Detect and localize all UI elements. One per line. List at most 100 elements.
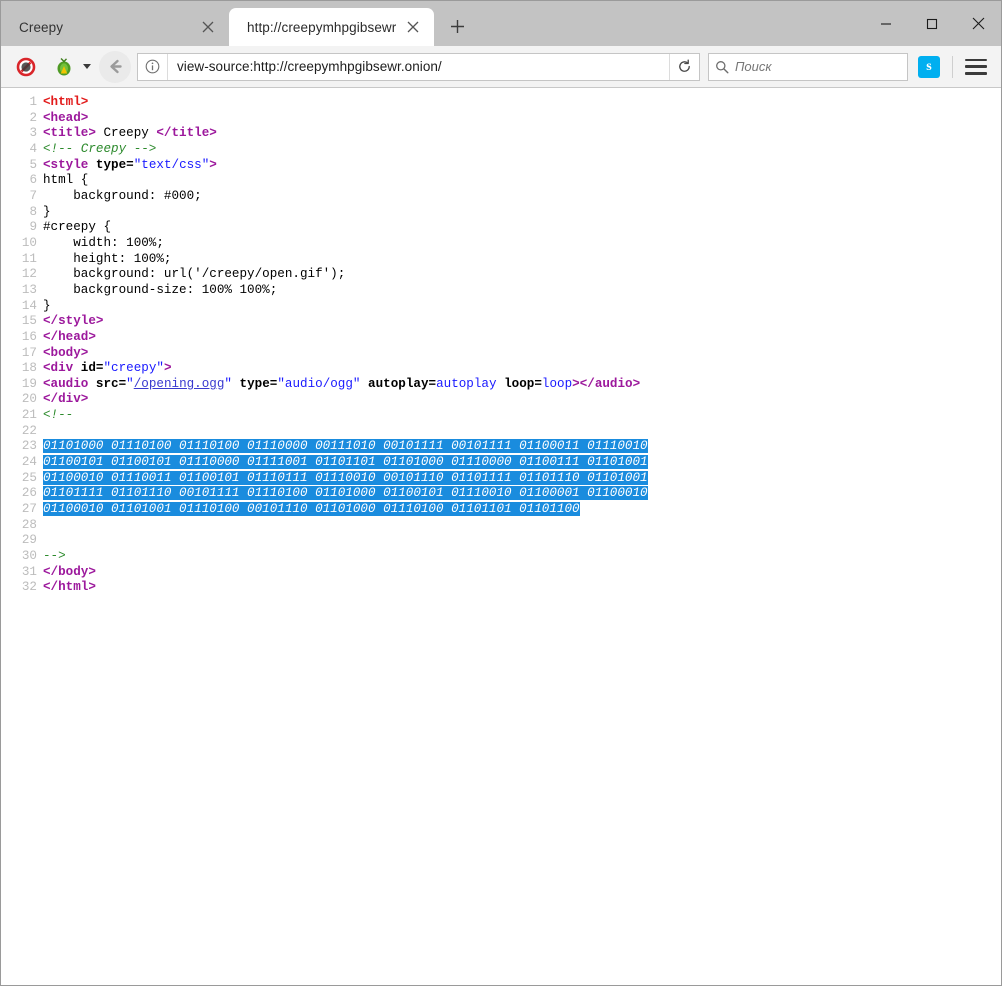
line-code: <html> <box>43 95 88 111</box>
menu-bar <box>965 59 987 62</box>
info-circle-icon[interactable] <box>138 54 168 80</box>
line-code: </style> <box>43 314 103 330</box>
line-code: background: #000; <box>43 189 202 205</box>
line-number: 28 <box>1 518 43 534</box>
tab-view-source[interactable]: http://creepymhpgibsewr.oni... <box>229 8 434 46</box>
line-code: width: 100%; <box>43 236 164 252</box>
line-number: 14 <box>1 299 43 315</box>
view-source-content[interactable]: 1<html>2<head>3<title> Creepy </title>4<… <box>1 88 1001 985</box>
tor-onion-icon <box>49 52 79 82</box>
line-number: 8 <box>1 205 43 221</box>
line-number: 27 <box>1 502 43 518</box>
source-line: 2301101000 01110100 01110100 01110000 00… <box>1 439 1001 455</box>
source-line: 6html { <box>1 173 1001 189</box>
skype-button[interactable]: s <box>918 56 940 78</box>
line-number: 29 <box>1 533 43 549</box>
url-bar[interactable]: view-source:http://creepymhpgibsewr.onio… <box>137 53 700 81</box>
window-controls <box>863 1 1001 46</box>
close-icon[interactable] <box>197 16 219 38</box>
line-number: 17 <box>1 346 43 362</box>
line-number: 20 <box>1 392 43 408</box>
line-code: --> <box>43 549 66 565</box>
hamburger-menu-icon[interactable] <box>965 56 987 78</box>
line-number: 23 <box>1 439 43 455</box>
source-line-list: 1<html>2<head>3<title> Creepy </title>4<… <box>1 95 1001 596</box>
source-line: 10 width: 100%; <box>1 236 1001 252</box>
tab-strip: Creepy http://creepymhpgibsewr.oni... <box>1 1 1001 46</box>
browser-window: Creepy http://creepymhpgibsewr.oni... <box>0 0 1002 986</box>
source-line: 2601101111 01101110 00101111 01110100 01… <box>1 486 1001 502</box>
line-number: 18 <box>1 361 43 377</box>
line-code: background: url('/creepy/open.gif'); <box>43 267 345 283</box>
source-line: 9#creepy { <box>1 220 1001 236</box>
source-line: 14} <box>1 299 1001 315</box>
line-number: 21 <box>1 408 43 424</box>
line-number: 5 <box>1 158 43 174</box>
search-bar[interactable]: Поиск <box>708 53 908 81</box>
line-number: 11 <box>1 252 43 268</box>
line-code: <head> <box>43 111 88 127</box>
line-number: 24 <box>1 455 43 471</box>
line-number: 10 <box>1 236 43 252</box>
line-number: 9 <box>1 220 43 236</box>
line-number: 32 <box>1 580 43 596</box>
toolbar-divider <box>952 56 953 78</box>
source-line: 2501100010 01110011 01100101 01110111 01… <box>1 471 1001 487</box>
tab-title: http://creepymhpgibsewr.oni... <box>247 20 396 35</box>
noscript-icon[interactable] <box>11 52 41 82</box>
back-button[interactable] <box>99 51 131 83</box>
line-number: 30 <box>1 549 43 565</box>
search-icon <box>709 60 735 74</box>
line-code: 01101000 01110100 01110100 01110000 0011… <box>43 439 648 455</box>
line-code: height: 100%; <box>43 252 171 268</box>
source-line: 8} <box>1 205 1001 221</box>
line-code: <audio src="/opening.ogg" type="audio/og… <box>43 377 640 393</box>
close-icon[interactable] <box>402 16 424 38</box>
tor-button[interactable] <box>49 52 91 82</box>
line-code: <!-- <box>43 408 73 424</box>
line-number: 16 <box>1 330 43 346</box>
line-code: } <box>43 299 51 315</box>
line-number: 25 <box>1 471 43 487</box>
line-code <box>43 424 51 440</box>
menu-bar <box>965 72 987 75</box>
maximize-button[interactable] <box>909 9 955 39</box>
close-button[interactable] <box>955 9 1001 39</box>
source-line: 12 background: url('/creepy/open.gif'); <box>1 267 1001 283</box>
source-line: 4<!-- Creepy --> <box>1 142 1001 158</box>
source-line: 31</body> <box>1 565 1001 581</box>
minimize-button[interactable] <box>863 9 909 39</box>
source-line: 32</html> <box>1 580 1001 596</box>
line-code: <title> Creepy </title> <box>43 126 217 142</box>
tab-creepy[interactable]: Creepy <box>1 8 229 46</box>
line-code: 01100010 01101001 01110100 00101110 0110… <box>43 502 580 518</box>
source-line: 11 height: 100%; <box>1 252 1001 268</box>
line-number: 7 <box>1 189 43 205</box>
source-line: 5<style type="text/css"> <box>1 158 1001 174</box>
line-code: <!-- Creepy --> <box>43 142 156 158</box>
source-line: 22 <box>1 424 1001 440</box>
line-code: </head> <box>43 330 96 346</box>
line-code: 01100010 01110011 01100101 01110111 0111… <box>43 471 648 487</box>
line-number: 1 <box>1 95 43 111</box>
source-line: 28 <box>1 518 1001 534</box>
line-code: #creepy { <box>43 220 111 236</box>
line-number: 2 <box>1 111 43 127</box>
source-line: 16</head> <box>1 330 1001 346</box>
line-code: <body> <box>43 346 88 362</box>
source-line: 1<html> <box>1 95 1001 111</box>
skype-label: s <box>926 59 931 75</box>
line-code: html { <box>43 173 88 189</box>
line-number: 4 <box>1 142 43 158</box>
source-line: 3<title> Creepy </title> <box>1 126 1001 142</box>
source-line: 21<!-- <box>1 408 1001 424</box>
source-line: 29 <box>1 533 1001 549</box>
line-number: 15 <box>1 314 43 330</box>
source-line: 2<head> <box>1 111 1001 127</box>
url-text[interactable]: view-source:http://creepymhpgibsewr.onio… <box>168 59 669 74</box>
line-number: 12 <box>1 267 43 283</box>
new-tab-button[interactable] <box>440 9 474 43</box>
source-line: 19<audio src="/opening.ogg" type="audio/… <box>1 377 1001 393</box>
line-code: </body> <box>43 565 96 581</box>
reload-icon[interactable] <box>669 54 699 80</box>
